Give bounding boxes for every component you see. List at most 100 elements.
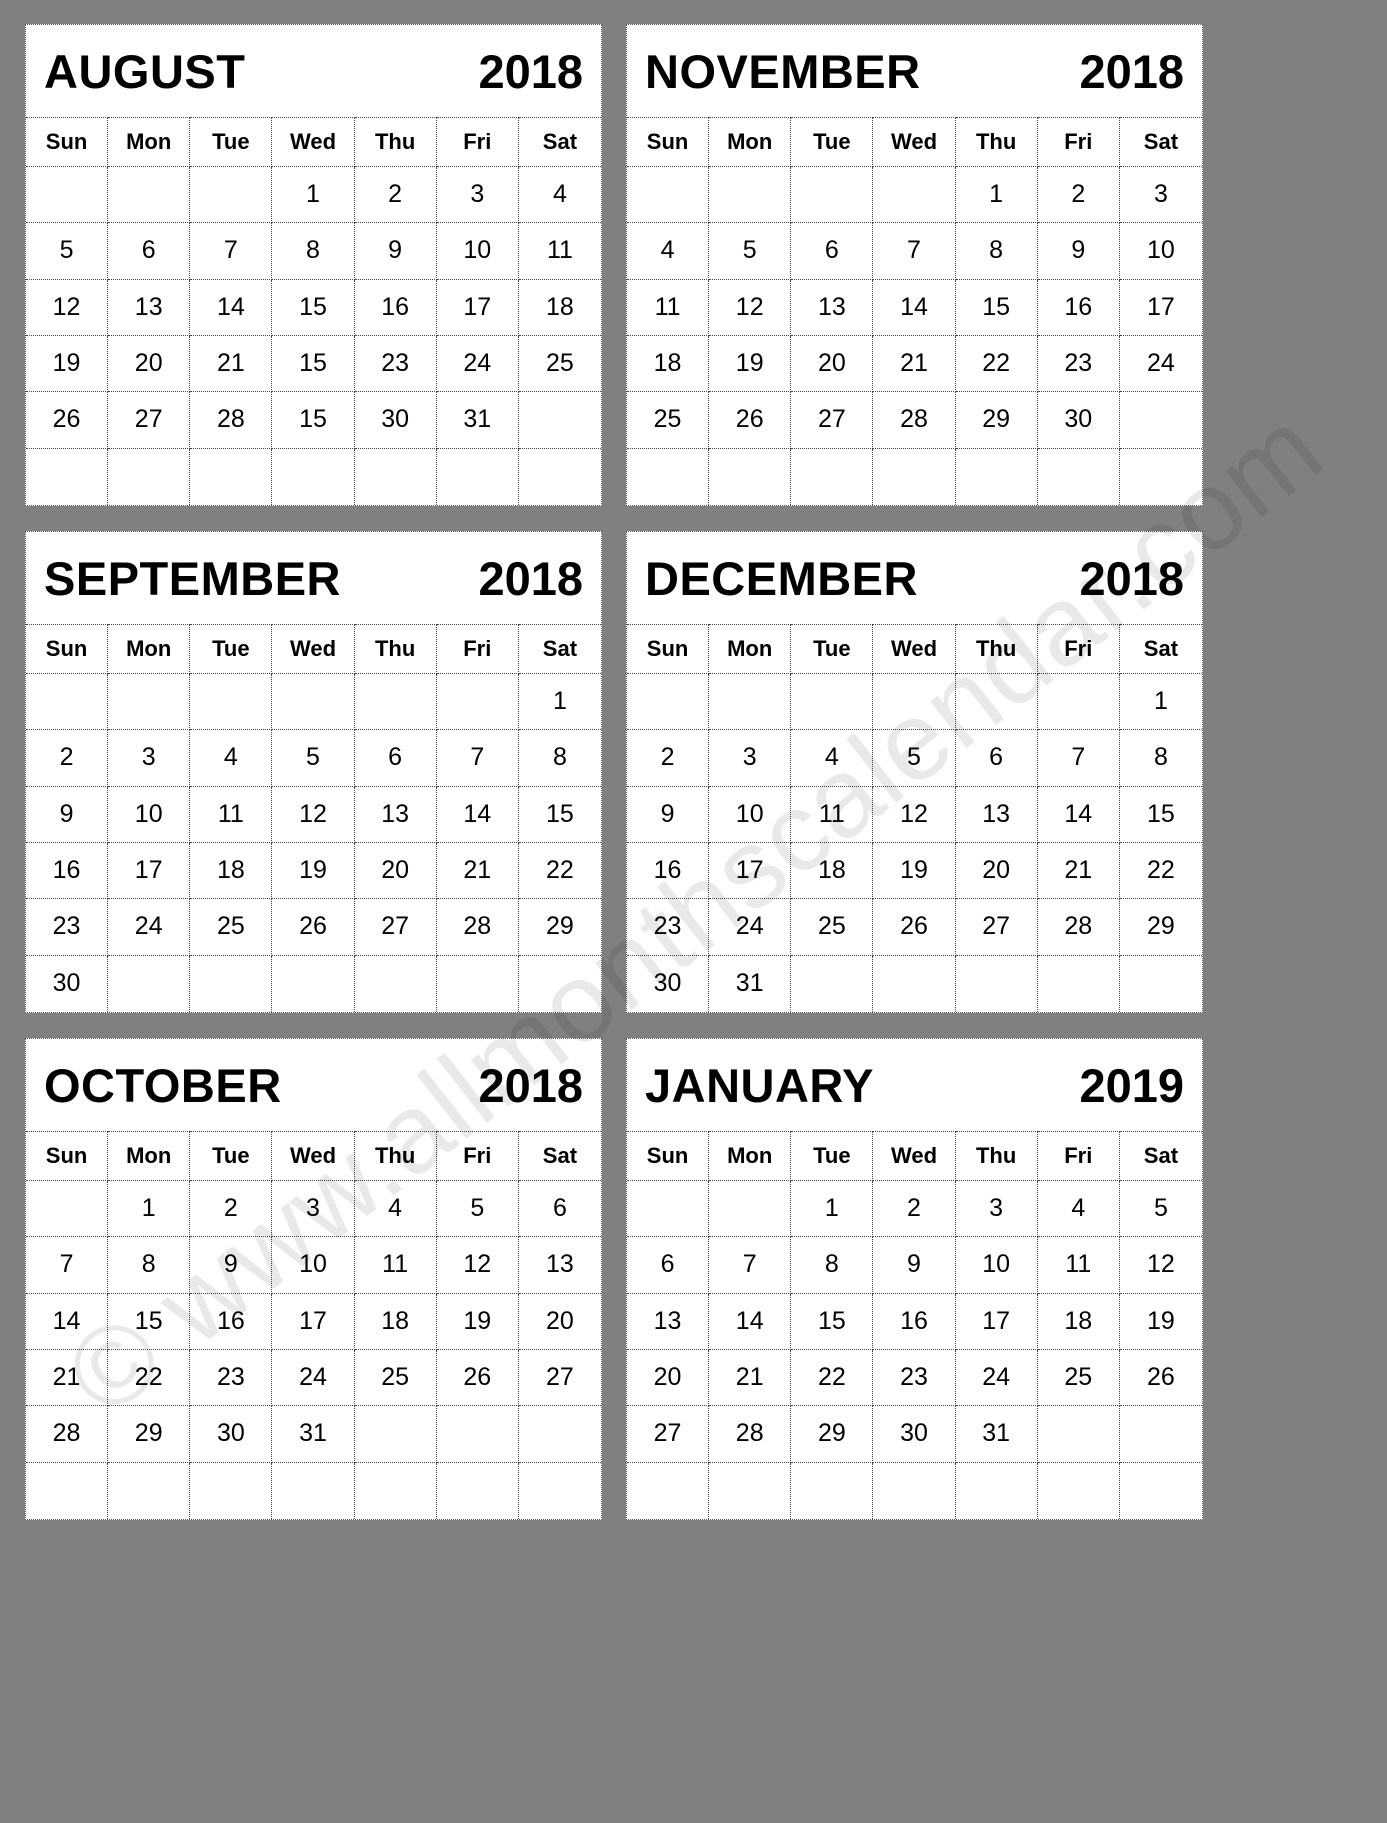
day-cell[interactable]: 18 [627,335,710,393]
day-cell[interactable]: 21 [873,335,956,393]
day-cell[interactable]: 7 [709,1237,792,1294]
day-cell[interactable]: 31 [709,955,792,1012]
day-cell[interactable]: 26 [709,392,792,449]
day-cell[interactable]: 15 [272,392,355,449]
day-cell[interactable]: 16 [627,842,710,900]
day-cell[interactable]: 8 [791,1237,874,1294]
day-cell[interactable]: 6 [518,1181,601,1238]
day-cell[interactable]: 4 [627,223,710,280]
day-cell[interactable]: 17 [709,842,792,900]
day-cell[interactable]: 30 [26,955,109,1012]
day-cell[interactable]: 4 [1037,1181,1120,1238]
day-cell[interactable]: 7 [436,730,519,787]
day-cell[interactable]: 13 [354,786,437,843]
day-cell[interactable]: 17 [1119,280,1202,336]
day-cell[interactable]: 25 [1037,1349,1120,1407]
day-cell[interactable]: 19 [1119,1294,1202,1350]
day-cell[interactable]: 13 [108,279,191,336]
day-cell[interactable]: 16 [26,842,109,900]
day-cell[interactable]: 29 [1119,899,1202,956]
day-cell[interactable]: 2 [627,730,710,787]
day-cell[interactable]: 30 [1037,392,1120,449]
day-cell[interactable]: 28 [709,1406,792,1463]
day-cell[interactable]: 17 [955,1293,1038,1350]
day-cell[interactable]: 20 [108,335,191,393]
day-cell[interactable]: 12 [272,786,355,843]
day-cell[interactable]: 21 [436,842,519,900]
day-cell[interactable]: 8 [518,730,601,787]
day-cell[interactable]: 23 [354,335,437,393]
day-cell[interactable]: 3 [1119,167,1202,224]
day-cell[interactable]: 29 [108,1406,191,1463]
day-cell[interactable]: 11 [518,223,601,280]
day-cell[interactable]: 5 [272,730,355,787]
day-cell[interactable]: 22 [518,843,601,900]
day-cell[interactable]: 26 [26,392,109,449]
day-cell[interactable]: 3 [272,1181,355,1238]
day-cell[interactable]: 15 [272,335,355,393]
day-cell[interactable]: 14 [873,279,956,336]
day-cell[interactable]: 2 [1037,167,1120,224]
day-cell[interactable]: 8 [955,223,1038,280]
day-cell[interactable]: 12 [873,786,956,843]
day-cell[interactable]: 14 [190,279,273,336]
day-cell[interactable]: 12 [26,279,109,336]
day-cell[interactable]: 3 [436,167,519,224]
day-cell[interactable]: 9 [627,786,710,843]
day-cell[interactable]: 17 [108,842,191,900]
day-cell[interactable]: 20 [354,842,437,900]
day-cell[interactable]: 5 [26,223,109,280]
day-cell[interactable]: 19 [709,335,792,393]
day-cell[interactable]: 30 [190,1406,273,1463]
day-cell[interactable]: 6 [108,223,191,280]
day-cell[interactable]: 24 [1119,336,1202,393]
day-cell[interactable]: 21 [26,1349,109,1407]
day-cell[interactable]: 26 [272,899,355,956]
day-cell[interactable]: 29 [518,899,601,956]
day-cell[interactable]: 14 [436,786,519,843]
day-cell[interactable]: 19 [436,1293,519,1350]
day-cell[interactable]: 21 [190,335,273,393]
day-cell[interactable]: 26 [436,1349,519,1407]
day-cell[interactable]: 20 [518,1294,601,1350]
day-cell[interactable]: 3 [709,730,792,787]
day-cell[interactable]: 2 [873,1181,956,1238]
day-cell[interactable]: 4 [518,167,601,224]
day-cell[interactable]: 10 [436,223,519,280]
day-cell[interactable]: 24 [436,335,519,393]
day-cell[interactable]: 17 [272,1293,355,1350]
day-cell[interactable]: 11 [791,786,874,843]
day-cell[interactable]: 21 [709,1349,792,1407]
day-cell[interactable]: 1 [272,167,355,224]
day-cell[interactable]: 15 [108,1293,191,1350]
day-cell[interactable]: 1 [108,1181,191,1238]
day-cell[interactable]: 4 [791,730,874,787]
day-cell[interactable]: 26 [1119,1350,1202,1407]
day-cell[interactable]: 30 [354,392,437,449]
day-cell[interactable]: 1 [955,167,1038,224]
day-cell[interactable]: 22 [955,335,1038,393]
day-cell[interactable]: 13 [791,279,874,336]
day-cell[interactable]: 7 [1037,730,1120,787]
day-cell[interactable]: 10 [108,786,191,843]
day-cell[interactable]: 8 [1119,730,1202,787]
day-cell[interactable]: 22 [1119,843,1202,900]
day-cell[interactable]: 23 [190,1349,273,1407]
day-cell[interactable]: 18 [190,842,273,900]
day-cell[interactable]: 1 [791,1181,874,1238]
day-cell[interactable]: 27 [518,1350,601,1407]
day-cell[interactable]: 10 [272,1237,355,1294]
day-cell[interactable]: 20 [955,842,1038,900]
day-cell[interactable]: 13 [627,1293,710,1350]
day-cell[interactable]: 30 [873,1406,956,1463]
day-cell[interactable]: 5 [873,730,956,787]
day-cell[interactable]: 22 [108,1349,191,1407]
day-cell[interactable]: 27 [354,899,437,956]
day-cell[interactable]: 16 [190,1293,273,1350]
day-cell[interactable]: 25 [791,899,874,956]
day-cell[interactable]: 4 [354,1181,437,1238]
day-cell[interactable]: 14 [709,1293,792,1350]
day-cell[interactable]: 10 [1119,223,1202,280]
day-cell[interactable]: 12 [436,1237,519,1294]
day-cell[interactable]: 28 [26,1406,109,1463]
